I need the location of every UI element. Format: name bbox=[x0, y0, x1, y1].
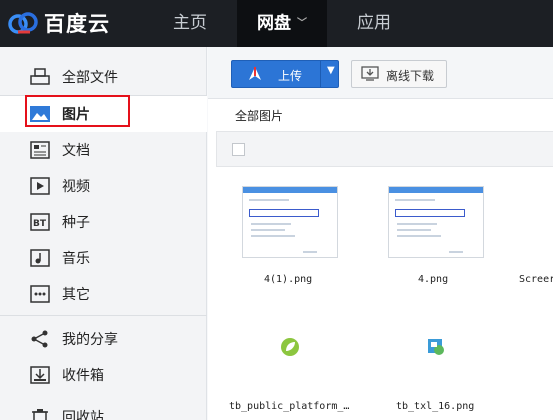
leaf-file-icon[interactable] bbox=[280, 337, 300, 357]
sidebar-item-label: 回收站 bbox=[62, 410, 104, 420]
sidebar-item-label: 我的分享 bbox=[62, 332, 118, 348]
svg-text:BT: BT bbox=[33, 219, 47, 229]
upload-button[interactable]: 上传 ▼ bbox=[231, 60, 339, 88]
sidebar: 全部文件 图片 文档 视频 BT 种子 音乐 其它 我的分享 收件箱 回收站 bbox=[0, 47, 207, 420]
offline-download-icon bbox=[361, 66, 379, 81]
top-bar: 百度云 主页 网盘 ﹀ 应用 bbox=[0, 0, 553, 47]
bt-icon: BT bbox=[29, 211, 51, 233]
nav-apps[interactable]: 应用 bbox=[336, 0, 412, 47]
more-icon bbox=[29, 283, 51, 305]
chat-file-icon[interactable] bbox=[426, 337, 446, 357]
offline-download-button[interactable]: 离线下载 bbox=[351, 60, 447, 88]
select-all-checkbox[interactable] bbox=[232, 143, 245, 156]
music-icon bbox=[29, 247, 51, 269]
upload-label: 上传 bbox=[278, 69, 303, 83]
nav-apps-label: 应用 bbox=[357, 13, 391, 33]
sidebar-item-label: 视频 bbox=[62, 179, 90, 195]
nav-home[interactable]: 主页 bbox=[152, 0, 228, 47]
trash-icon bbox=[29, 406, 51, 420]
file-thumbnail bbox=[242, 186, 338, 258]
sidebar-item-documents[interactable]: 文档 bbox=[0, 132, 207, 168]
sidebar-item-trash[interactable]: 回收站 bbox=[0, 399, 207, 420]
share-icon bbox=[29, 328, 51, 350]
sidebar-item-inbox[interactable]: 收件箱 bbox=[0, 357, 207, 393]
caret-down-icon[interactable]: ▼ bbox=[327, 65, 335, 76]
sidebar-item-label: 收件箱 bbox=[62, 368, 104, 384]
list-header bbox=[216, 131, 553, 167]
sidebar-item-label: 音乐 bbox=[62, 251, 90, 267]
file-name[interactable]: Screer bbox=[519, 274, 553, 285]
file-tile[interactable] bbox=[386, 184, 486, 284]
sidebar-item-label: 全部文件 bbox=[62, 70, 118, 86]
sidebar-item-music[interactable]: 音乐 bbox=[0, 240, 207, 276]
sidebar-item-images[interactable]: 图片 bbox=[0, 96, 207, 132]
sidebar-item-torrents[interactable]: BT 种子 bbox=[0, 204, 207, 240]
cloud-logo-icon bbox=[8, 12, 38, 34]
chevron-down-icon: ﹀ bbox=[297, 18, 307, 29]
nav-home-label: 主页 bbox=[173, 13, 207, 33]
upload-icon bbox=[249, 67, 261, 80]
main-panel: 上传 ▼ 离线下载 全部图片 4(1).png 4.png Screer tb_… bbox=[208, 47, 553, 420]
file-name[interactable]: tb_txl_16.png bbox=[396, 401, 474, 412]
sidebar-divider bbox=[0, 315, 207, 316]
printer-icon bbox=[29, 66, 51, 88]
sidebar-item-label: 文档 bbox=[62, 143, 90, 159]
nav-disk-label: 网盘 bbox=[257, 13, 291, 34]
file-name[interactable]: 4.png bbox=[418, 274, 448, 285]
sidebar-item-other[interactable]: 其它 bbox=[0, 276, 207, 312]
file-name[interactable]: 4(1).png bbox=[264, 274, 312, 285]
file-tile[interactable] bbox=[240, 184, 340, 284]
sidebar-item-all-files[interactable]: 全部文件 bbox=[0, 59, 207, 95]
video-icon bbox=[29, 175, 51, 197]
offline-download-label: 离线下载 bbox=[386, 69, 435, 83]
inbox-icon bbox=[29, 364, 51, 386]
breadcrumb[interactable]: 全部图片 bbox=[235, 107, 283, 124]
sidebar-item-label: 图片 bbox=[62, 107, 90, 123]
file-name[interactable]: tb_public_platform_… bbox=[229, 401, 349, 412]
document-icon bbox=[29, 139, 51, 161]
file-thumbnail bbox=[388, 186, 484, 258]
sidebar-item-label: 种子 bbox=[62, 215, 90, 231]
sidebar-item-label: 其它 bbox=[62, 287, 90, 303]
logo[interactable]: 百度云 bbox=[6, 6, 110, 40]
image-icon bbox=[29, 103, 51, 125]
upload-divider bbox=[320, 61, 321, 87]
sidebar-item-my-shares[interactable]: 我的分享 bbox=[0, 321, 207, 357]
toolbar: 上传 ▼ 离线下载 bbox=[208, 47, 553, 99]
logo-text: 百度云 bbox=[44, 12, 110, 36]
nav-disk[interactable]: 网盘 ﹀ bbox=[237, 0, 327, 47]
sidebar-item-videos[interactable]: 视频 bbox=[0, 168, 207, 204]
